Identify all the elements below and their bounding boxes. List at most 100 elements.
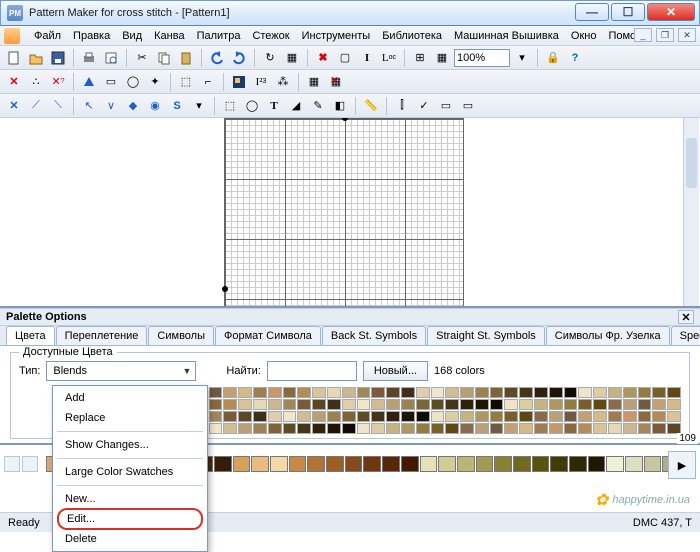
save-icon[interactable] [48, 48, 68, 68]
used-swatch[interactable] [326, 456, 344, 472]
swatch[interactable] [445, 411, 459, 422]
palette-close-icon[interactable]: ✕ [678, 310, 694, 324]
swatch[interactable] [504, 399, 518, 410]
swatch[interactable] [342, 387, 356, 398]
swatch[interactable] [223, 399, 237, 410]
swatch[interactable] [371, 399, 385, 410]
swatch[interactable] [327, 411, 341, 422]
chevron-more-icon[interactable]: ▾ [189, 96, 209, 116]
used-swatch[interactable] [513, 456, 531, 472]
swatch[interactable] [504, 411, 518, 422]
swatch[interactable] [312, 423, 326, 434]
mdi-restore[interactable]: ❐ [656, 28, 674, 42]
menu-item-replace[interactable]: Replace [55, 408, 205, 428]
handle-left[interactable] [222, 286, 228, 292]
swatch[interactable] [297, 411, 311, 422]
swatch[interactable] [357, 399, 371, 410]
swatch[interactable] [638, 411, 652, 422]
swatch[interactable] [519, 387, 533, 398]
swatch[interactable] [416, 399, 430, 410]
swatch[interactable] [357, 387, 371, 398]
swatch[interactable] [564, 411, 578, 422]
swatch[interactable] [475, 399, 489, 410]
swatch[interactable] [652, 423, 666, 434]
s-stitch-icon[interactable]: S [167, 96, 187, 116]
menu-item-delete[interactable]: Delete [55, 529, 205, 549]
swatch[interactable] [327, 387, 341, 398]
swatch[interactable] [253, 387, 267, 398]
menu-окно[interactable]: Окно [565, 28, 603, 44]
swatch[interactable] [416, 411, 430, 422]
swatch[interactable] [268, 423, 282, 434]
lock-icon[interactable]: 🔒 [543, 48, 563, 68]
swatch[interactable] [475, 411, 489, 422]
swatch[interactable] [593, 423, 607, 434]
swatch[interactable] [386, 399, 400, 410]
v-stitch-icon[interactable]: ∨ [101, 96, 121, 116]
menu-инструменты[interactable]: Инструменты [296, 28, 377, 44]
swatch[interactable] [223, 387, 237, 398]
swatch[interactable] [638, 423, 652, 434]
canvas-grid[interactable] [224, 118, 464, 308]
swatch[interactable] [401, 387, 415, 398]
used-swatch[interactable] [644, 456, 662, 472]
swatch[interactable] [623, 411, 637, 422]
swatch[interactable] [534, 423, 548, 434]
swatch[interactable] [297, 399, 311, 410]
swatch[interactable] [638, 387, 652, 398]
half-stitch-icon[interactable]: ⟋ [26, 96, 46, 116]
used-swatch[interactable] [457, 456, 475, 472]
swatch[interactable] [283, 411, 297, 422]
swatch[interactable] [209, 387, 223, 398]
tab-3[interactable]: Формат Символа [215, 326, 321, 345]
dot-stitch-icon[interactable]: ◆ [123, 96, 143, 116]
swatch[interactable] [564, 423, 578, 434]
tab-7[interactable]: Specialty St. Symbols [671, 326, 700, 345]
copy-icon[interactable] [154, 48, 174, 68]
strip-icon-1[interactable] [4, 456, 20, 472]
swatch[interactable] [268, 411, 282, 422]
swatch[interactable] [431, 399, 445, 410]
ruler-icon[interactable]: 📏 [361, 96, 381, 116]
swatch[interactable] [297, 387, 311, 398]
new-button[interactable]: Новый... [363, 361, 428, 381]
swatch[interactable] [460, 387, 474, 398]
swatch[interactable] [209, 423, 223, 434]
swatch[interactable] [209, 411, 223, 422]
swatch[interactable] [475, 387, 489, 398]
swatch[interactable] [327, 399, 341, 410]
chevron-down-icon[interactable]: ▾ [512, 48, 532, 68]
grid-small-icon[interactable]: ⊞ [410, 48, 430, 68]
menu-машинная вышивка[interactable]: Машинная Вышивка [448, 28, 565, 44]
swatch[interactable] [223, 423, 237, 434]
swatch[interactable] [460, 411, 474, 422]
swatch[interactable] [357, 423, 371, 434]
menu-палитра[interactable]: Палитра [191, 28, 247, 44]
swatch[interactable] [357, 411, 371, 422]
swatch[interactable] [253, 423, 267, 434]
swatch[interactable] [578, 387, 592, 398]
no-grid-icon[interactable]: ▦✕ [326, 72, 346, 92]
grid-settings-icon[interactable]: ▦ [304, 72, 324, 92]
swatch[interactable] [371, 411, 385, 422]
swatch[interactable] [371, 387, 385, 398]
used-swatch[interactable] [363, 456, 381, 472]
tool-i-icon[interactable]: I [357, 48, 377, 68]
swatch[interactable] [342, 423, 356, 434]
menu-файл[interactable]: Файл [28, 28, 67, 44]
swatch[interactable] [342, 411, 356, 422]
tab-5[interactable]: Straight St. Symbols [427, 326, 545, 345]
tab-4[interactable]: Back St. Symbols [322, 326, 426, 345]
swatch[interactable] [283, 387, 297, 398]
menu-item-large-color-swatches[interactable]: Large Color Swatches [55, 462, 205, 482]
menu-канва[interactable]: Канва [148, 28, 190, 44]
swatch[interactable] [312, 411, 326, 422]
dots-icon[interactable]: ∴ [26, 72, 46, 92]
sel-oval-icon[interactable]: ◯ [242, 96, 262, 116]
chart-icon[interactable]: ⫿ [392, 96, 412, 116]
swatch[interactable] [312, 387, 326, 398]
swatch[interactable] [445, 399, 459, 410]
swatch[interactable] [268, 399, 282, 410]
swatch[interactable] [564, 399, 578, 410]
swatch[interactable] [667, 411, 681, 422]
